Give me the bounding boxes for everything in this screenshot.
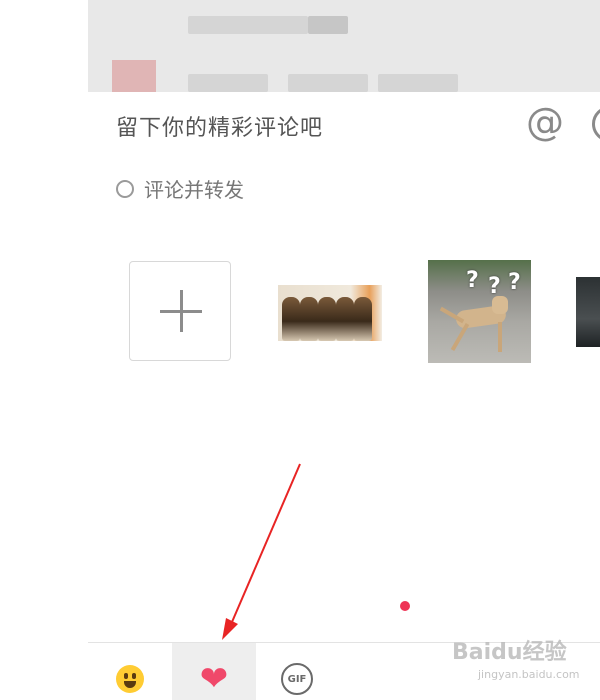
annotation-arrow — [222, 463, 301, 640]
watermark-url: jingyan.baidu.com — [478, 668, 580, 681]
baidu-watermark: Baidu经验 — [452, 640, 567, 665]
screen: 留下你的精彩评论吧 @ 评论并转发 ? ? ? ❤ GIF Baidu经验 ji… — [0, 0, 600, 700]
